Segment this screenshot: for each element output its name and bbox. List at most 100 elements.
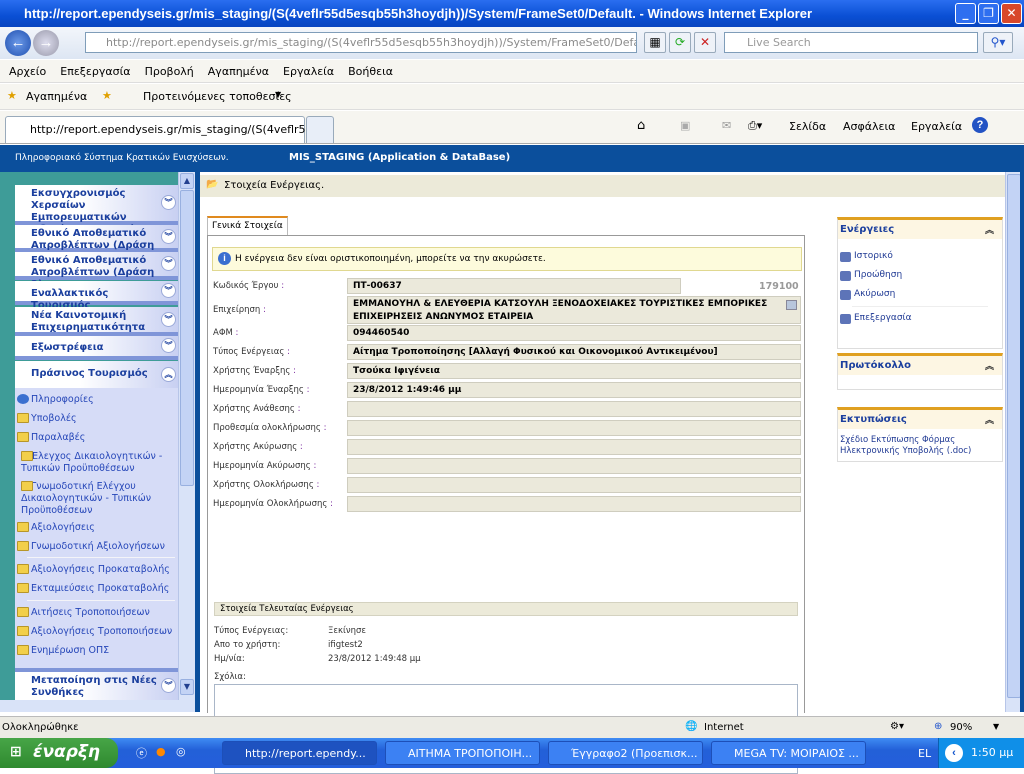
tools-menu[interactable]: Εργαλεία bbox=[911, 120, 962, 133]
chevron-down-icon[interactable]: ︾ bbox=[161, 283, 176, 298]
chevron-down-icon[interactable]: ︾ bbox=[161, 311, 176, 327]
menu-help[interactable]: Βοήθεια bbox=[348, 65, 393, 82]
new-tab-button[interactable] bbox=[306, 116, 334, 143]
sidebar-group[interactable]: Νέα Καινοτομική Επιχειρηματικότητα ︾ bbox=[15, 307, 178, 336]
back-button[interactable]: ← bbox=[5, 30, 31, 56]
sidebar-scrollbar[interactable]: ▲ ▼ bbox=[178, 172, 195, 700]
action-edit[interactable]: Επεξεργασία bbox=[838, 309, 1002, 328]
sidebar-group[interactable]: Εξωστρέφεια ︾ bbox=[15, 336, 178, 360]
sidebar-item[interactable]: Έλεγχος Δικαιολογητικών - Τυπικών Προϋπο… bbox=[21, 451, 166, 475]
tray-expand-icon[interactable]: ‹ bbox=[945, 744, 963, 762]
task-firefox[interactable]: MEGA TV: ΜΟΙΡΑΙΟΣ ... bbox=[711, 741, 866, 765]
mail-icon[interactable]: ✉ bbox=[722, 119, 731, 132]
compat-view-button[interactable]: ▦ bbox=[644, 32, 666, 53]
menu-tools[interactable]: Εργαλεία bbox=[283, 65, 334, 82]
divider bbox=[27, 600, 175, 601]
sidebar-item[interactable]: Γνωμοδοτική Αξιολογήσεων bbox=[17, 541, 176, 553]
action-cancel[interactable]: Ακύρωση bbox=[838, 285, 1002, 304]
chevron-down-icon[interactable]: ︾ bbox=[161, 228, 176, 244]
chevron-down-icon[interactable]: ︾ bbox=[161, 195, 176, 210]
sidebar-group[interactable]: Εκσυγχρονισμός Χερσαίων Εμπορευματικών Ο… bbox=[15, 185, 178, 235]
sidebar-item[interactable]: Εκταμιεύσεις Προκαταβολής bbox=[17, 583, 176, 595]
sidebar-item[interactable]: Παραλαβές bbox=[17, 432, 176, 444]
action-history[interactable]: Ιστορικό bbox=[838, 247, 1002, 266]
safety-menu[interactable]: Ασφάλεια bbox=[843, 120, 895, 133]
start-button[interactable]: ⊞ έναρξη bbox=[0, 738, 118, 768]
chevron-down-icon[interactable]: ▼ bbox=[275, 90, 281, 99]
minimize-button[interactable]: _ bbox=[955, 3, 976, 24]
scroll-up-arrow[interactable]: ▲ bbox=[180, 173, 194, 189]
sidebar-group[interactable]: Εθνικό Αποθεματικό Απροβλέπτων (Δράση 1)… bbox=[15, 225, 178, 263]
language-indicator[interactable]: EL bbox=[918, 747, 931, 760]
refresh-button[interactable]: ⟳ bbox=[669, 32, 691, 53]
task-word-1[interactable]: ΑΙΤΗΜΑ ΤΡΟΠΟΠΟΙΗ... bbox=[385, 741, 540, 765]
sidebar-group-active[interactable]: Πράσινος Τουρισμός ︽ bbox=[15, 361, 178, 388]
home-icon[interactable]: ⌂ bbox=[637, 118, 645, 133]
sidebar-item[interactable]: Αιτήσεις Τροποποιήσεων bbox=[17, 607, 176, 619]
quicklaunch-icon[interactable]: ◎ bbox=[176, 745, 186, 758]
help-icon[interactable]: ? bbox=[972, 117, 988, 133]
action-forward[interactable]: Προώθηση bbox=[838, 266, 1002, 285]
panel-title: Πρωτόκολλο bbox=[840, 360, 911, 371]
favorites-button[interactable]: Αγαπημένα bbox=[26, 90, 87, 103]
zoom-level[interactable]: 90% bbox=[950, 722, 972, 733]
sidebar-item[interactable]: Αξιολογήσεις bbox=[17, 522, 176, 534]
task-word-2[interactable]: Έγγραφο2 (Προεπισκ... bbox=[548, 741, 703, 765]
tab-general[interactable]: Γενικά Στοιχεία bbox=[207, 216, 288, 235]
chevron-up-icon[interactable]: ︽ bbox=[161, 366, 176, 382]
menu-edit[interactable]: Επεξεργασία bbox=[60, 65, 130, 82]
page-menu[interactable]: Σελίδα bbox=[789, 120, 826, 133]
field-label: Χρήστης Ακύρωσης : bbox=[213, 439, 303, 455]
field-value bbox=[347, 420, 801, 436]
zoom-dropdown-icon[interactable]: ▼ bbox=[993, 722, 999, 731]
collapse-icon[interactable]: ︽ bbox=[985, 413, 994, 426]
sidebar-item[interactable]: Υποβολές bbox=[17, 413, 176, 425]
firefox-quicklaunch-icon[interactable]: ● bbox=[156, 745, 166, 758]
scroll-thumb[interactable] bbox=[180, 190, 194, 486]
sidebar-item[interactable]: Πληροφορίες bbox=[17, 394, 176, 406]
page-title-bar: 📂 Στοιχεία Ενέργειας. bbox=[200, 175, 1005, 197]
print-form-link[interactable]: Σχέδιο Εκτύπωσης Φόρμας Ηλεκτρονικής Υπο… bbox=[838, 429, 1002, 463]
chevron-down-icon[interactable]: ︾ bbox=[161, 678, 176, 693]
menu-file[interactable]: Αρχείο bbox=[9, 65, 46, 82]
menu-favorites[interactable]: Αγαπημένα bbox=[208, 65, 269, 82]
rss-icon[interactable]: ▣ bbox=[680, 119, 690, 132]
maximize-button[interactable]: ❐ bbox=[978, 3, 999, 24]
main-scrollbar[interactable] bbox=[1005, 172, 1021, 712]
forward-button[interactable]: → bbox=[33, 30, 59, 56]
close-button[interactable]: ✕ bbox=[1001, 3, 1022, 24]
chevron-down-icon[interactable]: ︾ bbox=[161, 338, 176, 353]
sidebar-group[interactable]: Εναλλακτικός Τουρισμός ︾ bbox=[15, 281, 178, 311]
menu-view[interactable]: Προβολή bbox=[145, 65, 194, 82]
collapse-icon[interactable]: ︽ bbox=[985, 223, 994, 236]
item-label: Ενημέρωση ΟΠΣ bbox=[31, 645, 110, 656]
scroll-thumb[interactable] bbox=[1007, 174, 1021, 698]
print-icon[interactable]: ⎙▾ bbox=[748, 119, 762, 133]
sidebar-item[interactable]: Αξιολογήσεις Τροποποιήσεων bbox=[17, 626, 176, 638]
sidebar-item[interactable]: Γνωμοδοτική Ελέγχου Δικαιολογητικών - Τυ… bbox=[21, 481, 166, 517]
add-favorite-icon[interactable]: ★ bbox=[102, 89, 112, 102]
scroll-down-arrow[interactable]: ▼ bbox=[180, 679, 194, 695]
search-icon[interactable]: ⚲▾ bbox=[983, 32, 1013, 53]
company-details-icon[interactable] bbox=[786, 300, 797, 310]
stop-button[interactable]: ✕ bbox=[694, 32, 716, 53]
sidebar-group[interactable]: Μεταποίηση στις Νέες Συνθήκες ︾ bbox=[15, 668, 178, 700]
ie-quicklaunch-icon[interactable]: ⓔ bbox=[136, 745, 147, 761]
item-label: Γνωμοδοτική Ελέγχου Δικαιολογητικών - Τυ… bbox=[21, 481, 152, 516]
folder-icon bbox=[17, 583, 29, 593]
sidebar-group[interactable]: Εθνικό Αποθεματικό Απροβλέπτων (Δράση 2)… bbox=[15, 252, 178, 290]
sidebar-item[interactable]: Ενημέρωση ΟΠΣ bbox=[17, 645, 176, 657]
field-value: ΕΜΜΑΝΟΥΗΛ & ΕΛΕΥΘΕΡΙΑ ΚΑΤΣΟΥΛΗ ΞΕΝΟΔΟΧΕΙ… bbox=[347, 296, 801, 324]
zoom-icon[interactable]: ⊕ bbox=[934, 721, 942, 732]
browser-tab[interactable]: http://report.ependyseis.gr/mis_staging/… bbox=[5, 116, 330, 143]
sidebar-item[interactable]: Αξιολογήσεις Προκαταβολής bbox=[17, 564, 176, 576]
suggested-sites[interactable]: Προτεινόμενες τοποθεσίες bbox=[143, 90, 292, 103]
chevron-down-icon[interactable]: ︾ bbox=[161, 256, 176, 271]
protected-mode-icon[interactable]: ⚙▾ bbox=[890, 721, 904, 732]
sidebar-horizontal-scrollbar[interactable] bbox=[0, 700, 195, 712]
address-bar[interactable]: http://report.ependyseis.gr/mis_staging/… bbox=[85, 32, 637, 53]
sidebar-group-items: Πληροφορίες Υποβολές Παραλαβές Έλεγχος Δ… bbox=[15, 388, 178, 668]
task-ie[interactable]: http://report.ependy... bbox=[222, 741, 377, 765]
search-input[interactable]: Live Search bbox=[724, 32, 978, 53]
collapse-icon[interactable]: ︽ bbox=[985, 359, 994, 372]
